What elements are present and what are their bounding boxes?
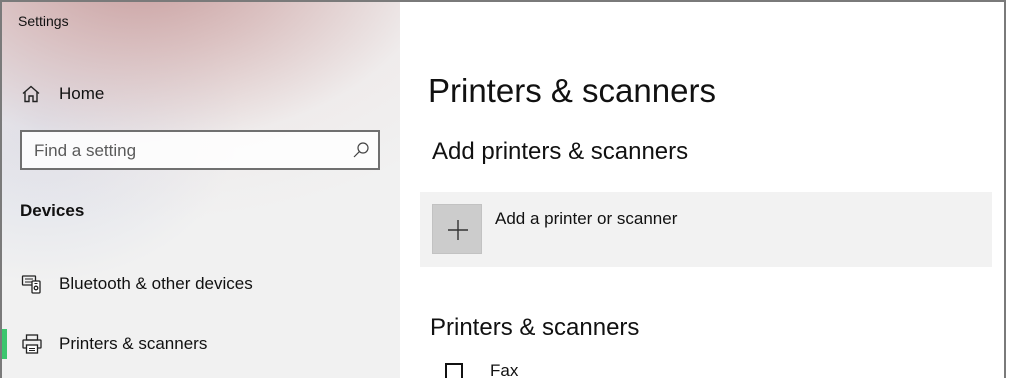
main-content: Printers & scanners Add printers & scann… <box>400 2 1004 378</box>
settings-window: Settings Home Devices <box>0 0 1006 378</box>
active-indicator <box>2 329 7 359</box>
sidebar-item-printers-label: Printers & scanners <box>59 334 208 353</box>
device-item-fax[interactable]: Fax <box>444 358 744 378</box>
printer-icon <box>21 333 43 355</box>
search-input[interactable] <box>34 140 334 162</box>
sidebar-item-bluetooth-label: Bluetooth & other devices <box>59 274 253 293</box>
add-printer-icon-tile <box>432 204 482 254</box>
page-title: Printers & scanners <box>428 72 716 109</box>
add-printer-button[interactable]: Add a printer or scanner <box>420 192 992 267</box>
add-section-heading: Add printers & scanners <box>432 138 689 165</box>
bluetooth-devices-icon <box>21 273 43 295</box>
printer-icon <box>444 362 466 378</box>
window-title: Settings <box>18 13 69 29</box>
search-box[interactable] <box>20 130 380 170</box>
search-icon[interactable] <box>352 141 370 159</box>
sidebar-item-printers[interactable]: Printers & scanners <box>2 322 400 366</box>
sidebar-item-home[interactable]: Home <box>2 72 400 116</box>
add-printer-label: Add a printer or scanner <box>495 209 678 228</box>
home-icon <box>21 84 41 104</box>
device-label: Fax <box>490 361 519 378</box>
printers-list-heading: Printers & scanners <box>430 314 640 341</box>
sidebar-item-bluetooth[interactable]: Bluetooth & other devices <box>2 262 400 306</box>
sidebar: Settings Home Devices <box>2 2 400 378</box>
sidebar-item-home-label: Home <box>59 84 105 103</box>
section-heading-devices: Devices <box>20 201 85 220</box>
